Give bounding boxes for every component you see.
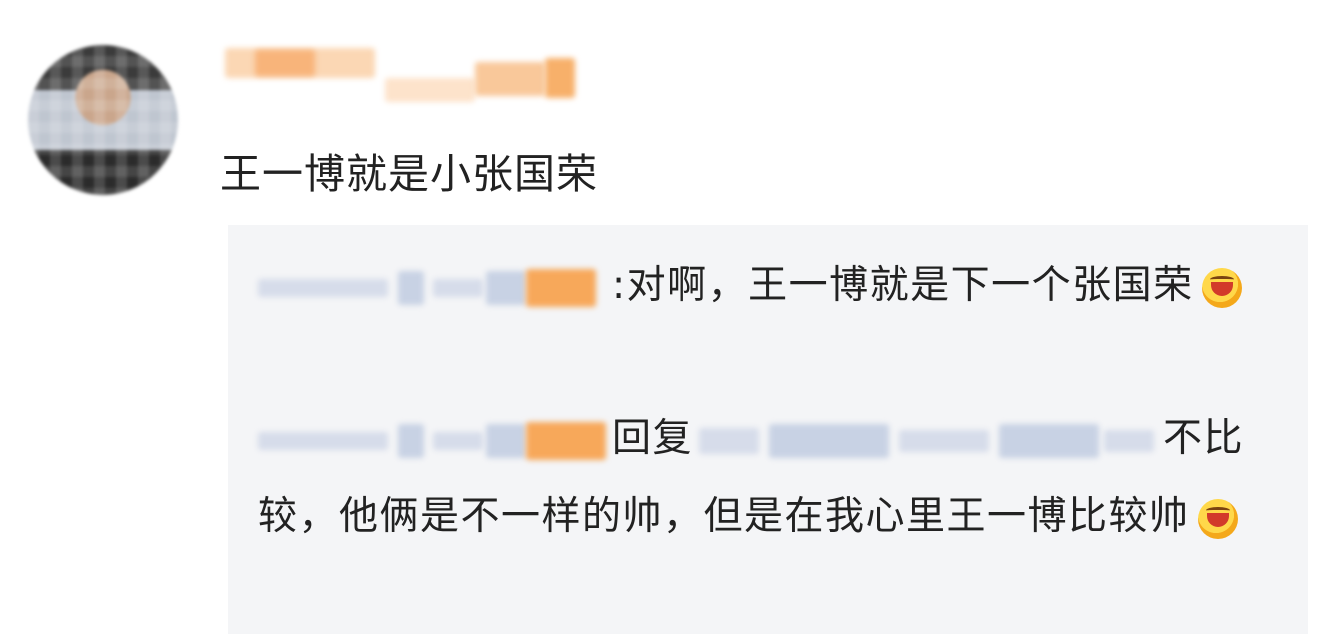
reply-item: 回复 不比较，他俩是不一样的帅，但是在我心里王一博比较帅 — [258, 400, 1268, 556]
user-avatar[interactable] — [28, 45, 178, 195]
reply-text: 对啊，王一博就是下一个张国荣 — [626, 263, 1194, 308]
blurred-target-username[interactable] — [699, 418, 1159, 464]
reply-item: :对啊，王一博就是下一个张国荣 — [258, 247, 1268, 325]
blurred-reply-username[interactable] — [258, 265, 608, 311]
blurred-username[interactable] — [225, 48, 585, 108]
reply-separator: : — [612, 263, 627, 308]
reply-text-part: 不 — [1163, 416, 1204, 461]
laughing-emoji-icon — [1197, 498, 1238, 539]
laughing-emoji-icon — [1201, 267, 1242, 308]
replies-section: :对啊，王一博就是下一个张国荣 回复 不比较，他俩是不一样的帅，但是在我心里王一… — [228, 225, 1308, 634]
comment-text: 王一博就是小张国荣 — [220, 150, 598, 198]
reply-to-label: 回复 — [612, 416, 694, 461]
blurred-reply-username[interactable] — [258, 418, 608, 464]
